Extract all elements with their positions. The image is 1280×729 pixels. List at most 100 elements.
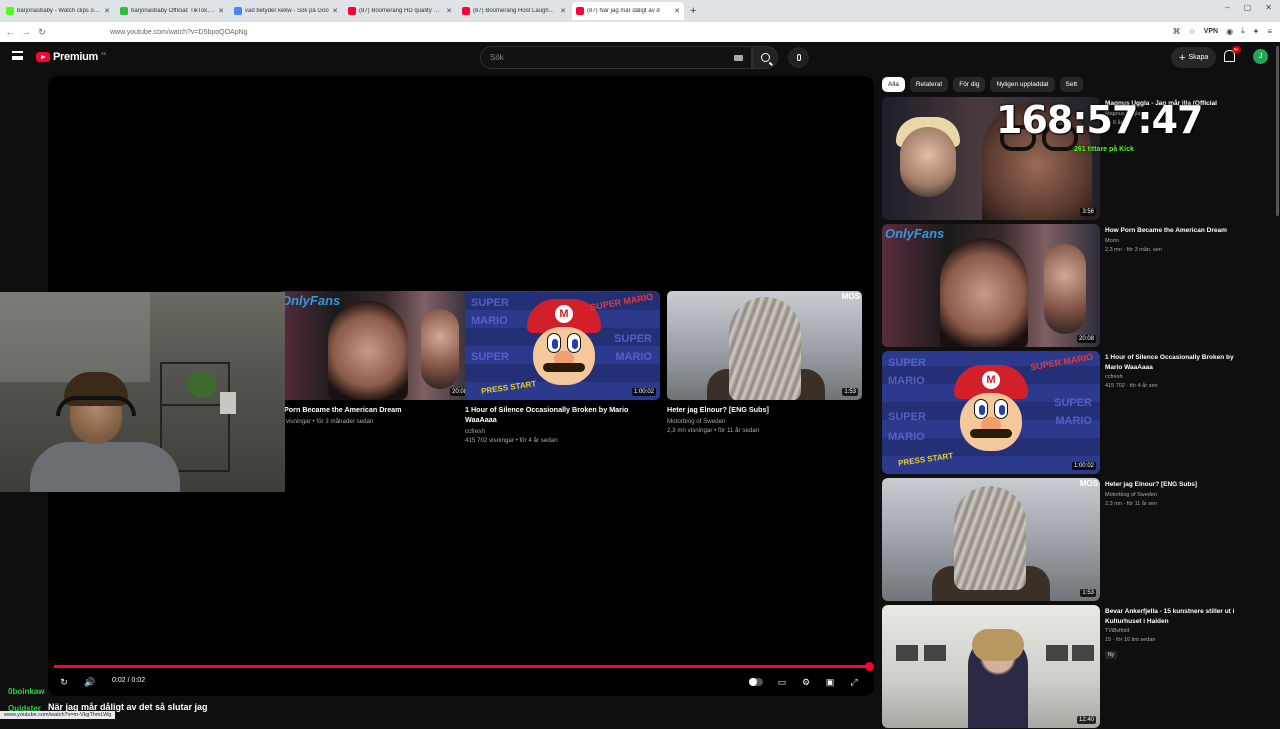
tab-close-icon[interactable]: ✕ <box>104 7 110 15</box>
filter-chip[interactable]: Alla <box>882 77 905 92</box>
tab-close-icon[interactable]: ✕ <box>446 7 452 15</box>
miniplayer-icon[interactable]: ▣ <box>824 676 836 688</box>
mario-head: M <box>527 299 601 389</box>
duration-badge: 1:00:02 <box>1071 462 1096 470</box>
thumb-scarf <box>954 486 1026 590</box>
back-icon[interactable]: ← <box>4 27 16 37</box>
recommendation-item[interactable]: 12:40 Bevar Ankerfjella - 15 kunstnere st… <box>882 605 1242 729</box>
new-tab-button[interactable]: + <box>690 5 696 17</box>
forward-icon[interactable]: → <box>20 27 32 37</box>
filter-chip[interactable]: Sett <box>1059 77 1084 92</box>
thumb-text: MARIO <box>888 431 925 443</box>
youtube-logo[interactable]: Premium SE <box>36 51 106 63</box>
microphone-icon <box>796 54 801 61</box>
recommendation-channel[interactable]: ccfresh <box>1105 374 1237 380</box>
duration-badge: 20:08 <box>1076 335 1096 343</box>
recommendation-thumbnail[interactable]: MOS 1:53 <box>882 478 1100 601</box>
translate-icon[interactable]: ⌘ <box>1173 27 1181 36</box>
browser-tab[interactable]: (87) Boomerang Host Laughs at ✕ <box>458 2 570 20</box>
end-screen-card[interactable]: MOS 1:53 Heter jag Elnour? [ENG Subs] Mo… <box>667 291 862 435</box>
thumb-picture <box>896 645 918 661</box>
close-window-icon[interactable]: ✕ <box>1265 3 1272 12</box>
url-field[interactable]: www.youtube.com/watch?v=D5bpoQOApNg <box>110 29 248 36</box>
progress-scrubber[interactable] <box>865 662 874 671</box>
bookmark-star-icon[interactable]: ☆ <box>1189 27 1196 36</box>
mario-mustache <box>543 363 585 372</box>
search-button[interactable] <box>752 46 778 69</box>
window-controls: – ▢ ✕ <box>1225 3 1272 12</box>
browser-tab[interactable]: barjonasbaby - Watch clips on K ✕ <box>2 2 114 20</box>
tab-close-icon[interactable]: ✕ <box>218 7 224 15</box>
settings-gear-icon[interactable]: ⚙ <box>800 676 812 688</box>
recommendation-item[interactable]: MOS 1:53 Heter jag Elnour? [ENG Subs] Motor… <box>882 478 1242 602</box>
notification-badge: 9+ <box>1232 46 1242 53</box>
recommendation-thumbnail[interactable]: OnlyFans 20:08 <box>882 224 1100 347</box>
browser-tab-bar: barjonasbaby - Watch clips on K ✕ barjonas… <box>0 0 1280 22</box>
tab-title: barjonasbaby Official: TikTok, In <box>131 8 216 14</box>
cam-lamp <box>220 392 236 414</box>
end-thumb: MOS 1:53 <box>667 291 862 400</box>
end-screen-card[interactable]: OnlyFans 20:08 Porn Became the American … <box>278 291 473 426</box>
recommendation-meta: 2,3 mn · för 11 år sen <box>1105 500 1158 507</box>
tab-close-icon[interactable]: ✕ <box>332 7 338 15</box>
autoplay-toggle[interactable] <box>749 678 763 686</box>
tab-title: (87) När jag mår dåligt av d <box>587 8 660 14</box>
end-channel: Motorblog of Sweden <box>667 418 726 425</box>
vpn-badge[interactable]: VPN <box>1204 28 1218 35</box>
account-icon[interactable]: ◉ <box>1226 27 1233 36</box>
fullscreen-icon[interactable]: ⤢ <box>848 676 860 688</box>
filter-chip[interactable]: För dig <box>953 77 986 92</box>
reload-icon[interactable]: ↻ <box>36 27 48 38</box>
subtitles-icon[interactable]: ▭ <box>776 676 788 688</box>
mario-eye <box>567 333 581 353</box>
extensions-icon[interactable]: ✦ <box>1253 27 1260 36</box>
volume-icon[interactable]: 🔊 <box>84 676 96 688</box>
progress-bar[interactable] <box>54 662 874 671</box>
logo-region: SE <box>100 50 107 56</box>
recommendation-thumbnail[interactable]: 12:40 <box>882 605 1100 728</box>
recommendation-title[interactable]: 1 Hour of Silence Occasionally Broken by… <box>1105 353 1237 372</box>
browser-tab[interactable]: vad betyder kekw - Sök på Goo ✕ <box>230 2 342 20</box>
viewer-count: 261 tittare på Kick <box>1074 146 1134 153</box>
create-button[interactable]: + Skapa <box>1171 47 1217 68</box>
thumb-logo-text: OnlyFans <box>281 293 341 308</box>
hamburger-menu-icon[interactable] <box>12 51 23 60</box>
browser-tab[interactable]: (87) När jag mår dåligt av d ✕ <box>572 2 684 20</box>
recommendation-title[interactable]: Bevar Ankerfjella - 15 kunstnere stiller… <box>1105 607 1237 626</box>
recommendation-item[interactable]: OnlyFans 20:08 How Porn Became the America… <box>882 224 1242 348</box>
recommendation-item[interactable]: SUPER MARIO SUPER MARIO SUPER MARIO M PRESS STA… <box>882 351 1242 475</box>
end-title: Porn Became the American Dream <box>284 405 402 414</box>
end-screen-card[interactable]: SUPER MARIO SUPER SUPER MARIO M PRESS ST… <box>465 291 660 445</box>
replay-icon[interactable]: ↻ <box>58 676 70 688</box>
recommendation-meta: 415 702 · för 4 år sen <box>1105 383 1158 389</box>
scrollbar[interactable] <box>1276 46 1279 216</box>
maximize-icon[interactable]: ▢ <box>1244 3 1252 12</box>
tab-close-icon[interactable]: ✕ <box>674 7 680 15</box>
recommendation-thumbnail[interactable]: SUPER MARIO SUPER MARIO SUPER MARIO M PRESS STA… <box>882 351 1100 474</box>
minimize-icon[interactable]: – <box>1225 3 1229 12</box>
recommendation-title[interactable]: How Porn Became the American Dream <box>1105 226 1237 236</box>
avatar[interactable]: J <box>1253 49 1268 64</box>
thumb-text: MARIO <box>1055 415 1092 427</box>
thumb-face <box>900 127 956 197</box>
recommendation-channel[interactable]: TVØstfold <box>1105 628 1237 634</box>
browser-tab[interactable]: (87) Boomerang HD quality with ✕ <box>344 2 456 20</box>
tab-close-icon[interactable]: ✕ <box>560 7 566 15</box>
menu-dots-icon[interactable]: ≡ <box>1267 27 1272 36</box>
recommendation-title[interactable]: Heter jag Elnour? [ENG Subs] <box>1105 480 1237 490</box>
filter-chip[interactable]: Relaterat <box>909 77 949 92</box>
duration-badge: 12:40 <box>1076 716 1096 724</box>
search-input[interactable]: Sök <box>480 46 752 69</box>
thumb-logo-text: OnlyFans <box>885 226 945 241</box>
voice-search-button[interactable] <box>788 47 809 68</box>
create-label: Skapa <box>1188 54 1209 61</box>
recommendation-channel[interactable]: Moon <box>1105 238 1237 244</box>
thumb-text: SUPER <box>471 297 509 309</box>
filter-chip[interactable]: Nyligen uppladdat <box>990 77 1055 92</box>
thumb-hair <box>972 629 1024 661</box>
keyboard-icon[interactable] <box>734 55 743 61</box>
browser-tab[interactable]: barjonasbaby Official: TikTok, In ✕ <box>116 2 228 20</box>
thumb-picture <box>1046 645 1068 661</box>
download-icon[interactable]: ⤓ <box>1241 26 1245 36</box>
recommendation-channel[interactable]: Motorblog of Sweden <box>1105 492 1237 498</box>
